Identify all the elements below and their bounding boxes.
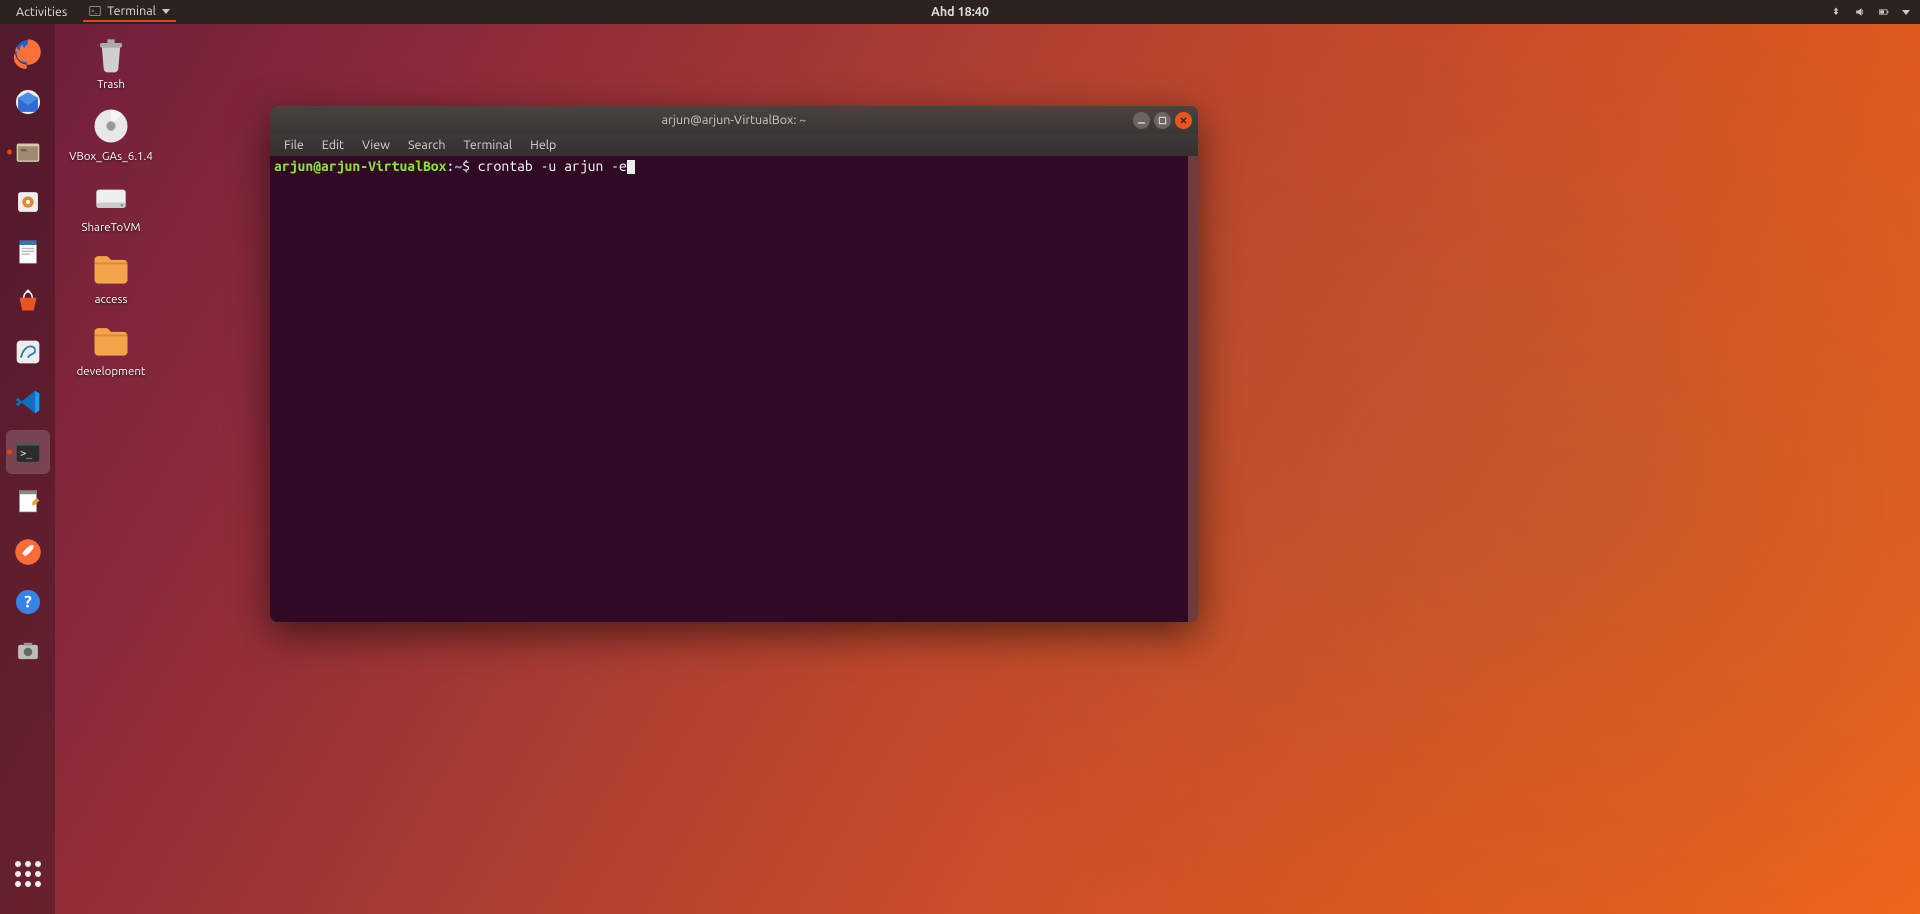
dock-software-center[interactable] — [6, 280, 50, 324]
svg-text:?: ? — [24, 593, 32, 612]
menu-edit[interactable]: Edit — [314, 136, 352, 154]
prompt-command: crontab -u arjun -e — [478, 158, 627, 174]
clock[interactable]: Ahd 18:40 — [931, 5, 989, 19]
window-close-button[interactable] — [1175, 112, 1192, 129]
active-app-label: Terminal — [107, 4, 156, 18]
menu-view[interactable]: View — [354, 136, 398, 154]
dock-firefox[interactable] — [6, 30, 50, 74]
window-minimize-button[interactable] — [1133, 112, 1150, 129]
terminal-scrollbar[interactable] — [1188, 156, 1198, 622]
desktop-sharetovm-label: ShareToVM — [81, 222, 140, 235]
folder-icon — [89, 319, 133, 363]
prompt-dollar: $ — [462, 158, 470, 174]
svg-text:>_: >_ — [92, 8, 98, 15]
drive-icon — [89, 175, 133, 219]
menu-file[interactable]: File — [276, 136, 312, 154]
dock: >_ ? — [0, 24, 55, 914]
terminal-menubar: File Edit View Search Terminal Help — [270, 134, 1198, 156]
window-title: arjun@arjun-VirtualBox: ~ — [662, 113, 807, 127]
svg-text:>_: >_ — [20, 448, 32, 459]
prompt-path: ~ — [454, 158, 462, 174]
menu-terminal[interactable]: Terminal — [456, 136, 521, 154]
chevron-down-icon — [162, 9, 170, 14]
dock-thunderbird[interactable] — [6, 80, 50, 124]
system-menu-caret-icon[interactable] — [1902, 10, 1910, 15]
disc-icon — [89, 104, 133, 148]
dock-mysql-workbench[interactable] — [6, 330, 50, 374]
desktop-access[interactable]: access — [70, 247, 152, 307]
dock-postman[interactable] — [6, 530, 50, 574]
dock-files[interactable] — [6, 130, 50, 174]
desktop-development-label: development — [77, 366, 146, 379]
window-maximize-button[interactable] — [1154, 112, 1171, 129]
desktop-trash-label: Trash — [97, 79, 125, 92]
network-icon[interactable] — [1830, 6, 1842, 18]
dock-help[interactable]: ? — [6, 580, 50, 624]
dock-libreoffice-writer[interactable] — [6, 230, 50, 274]
battery-icon[interactable] — [1878, 6, 1890, 18]
terminal-window: arjun@arjun-VirtualBox: ~ File Edit View… — [270, 106, 1198, 622]
window-titlebar[interactable]: arjun@arjun-VirtualBox: ~ — [270, 106, 1198, 134]
menu-search[interactable]: Search — [400, 136, 454, 154]
dock-show-applications[interactable] — [6, 852, 50, 896]
top-bar: Activities >_ Terminal Ahd 18:40 — [0, 0, 1920, 24]
activities-button[interactable]: Activities — [10, 3, 73, 21]
desktop-sharetovm[interactable]: ShareToVM — [70, 175, 152, 235]
menu-help[interactable]: Help — [522, 136, 564, 154]
desktop-development[interactable]: development — [70, 319, 152, 379]
dock-vscode[interactable] — [6, 380, 50, 424]
desktop-vbox-gas-label: VBox_GAs_6.1.4 — [69, 151, 153, 164]
terminal-cursor — [627, 160, 635, 174]
dock-terminal[interactable]: >_ — [6, 430, 50, 474]
terminal-body[interactable]: arjun@arjun-VirtualBox:~$ crontab -u arj… — [270, 156, 1198, 622]
dock-rhythmbox[interactable] — [6, 180, 50, 224]
terminal-icon: >_ — [89, 5, 101, 17]
desktop-trash[interactable]: Trash — [70, 32, 152, 92]
trash-icon — [89, 32, 133, 76]
dock-screenshot[interactable] — [6, 630, 50, 674]
active-app-menu[interactable]: >_ Terminal — [83, 2, 176, 22]
desktop-access-label: access — [95, 294, 128, 307]
desktop-icons: Trash VBox_GAs_6.1.4 ShareToVM access de… — [70, 32, 152, 378]
desktop-vbox-gas[interactable]: VBox_GAs_6.1.4 — [70, 104, 152, 164]
terminal-scrollbar-thumb[interactable] — [1188, 156, 1198, 622]
prompt-userhost: arjun@arjun-VirtualBox — [274, 158, 446, 174]
folder-icon — [89, 247, 133, 291]
dock-text-editor[interactable] — [6, 480, 50, 524]
volume-icon[interactable] — [1854, 6, 1866, 18]
